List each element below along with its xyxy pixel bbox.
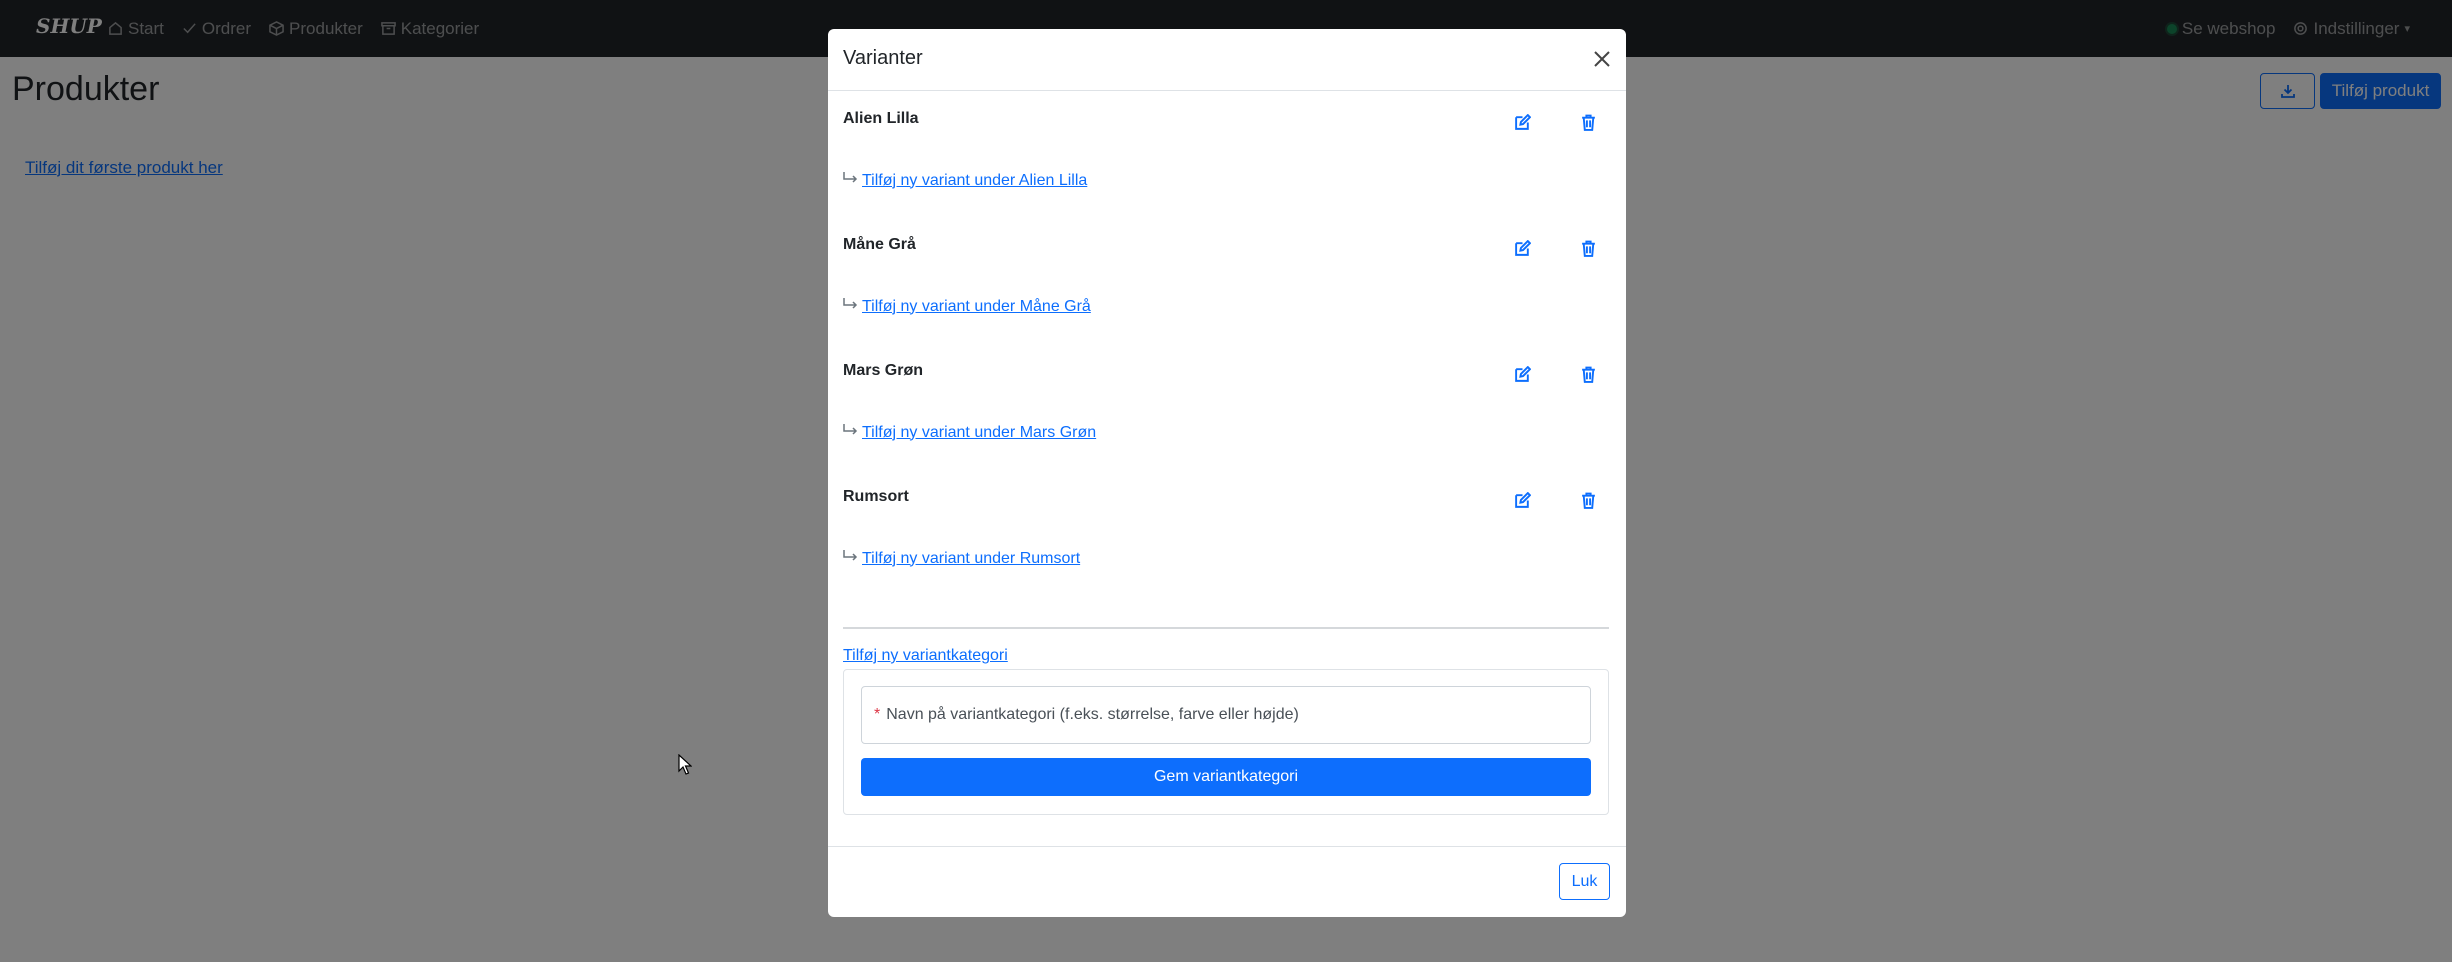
variant-category-name-input[interactable]: * Navn på variantkategori (f.eks. større…	[861, 686, 1591, 744]
close-button[interactable]: Luk	[1559, 863, 1610, 900]
variant-name: Rumsort	[843, 488, 909, 505]
edit-variant-button[interactable]	[1511, 489, 1533, 511]
variants-modal: Varianter Alien Lilla Tilføj ny variant …	[828, 29, 1626, 917]
add-subvariant-link[interactable]: Tilføj ny variant under Alien Lilla	[862, 172, 1087, 190]
add-subvariant-link[interactable]: Tilføj ny variant under Mars Grøn	[862, 424, 1096, 442]
delete-variant-button[interactable]	[1577, 489, 1599, 511]
edit-icon	[1514, 491, 1531, 508]
variant-name: Alien Lilla	[843, 110, 919, 127]
required-marker: *	[874, 706, 881, 723]
delete-variant-button[interactable]	[1577, 111, 1599, 133]
variant-category-form: * Navn på variantkategori (f.eks. større…	[843, 669, 1609, 815]
add-subvariant-link[interactable]: Tilføj ny variant under Rumsort	[862, 550, 1080, 568]
edit-variant-button[interactable]	[1511, 237, 1533, 259]
close-icon[interactable]	[1590, 47, 1614, 71]
input-placeholder: Navn på variantkategori (f.eks. størrels…	[886, 706, 1299, 723]
add-subvariant-row: Tilføj ny variant under Måne Grå	[842, 297, 1091, 316]
add-variant-category-link[interactable]: Tilføj ny variantkategori	[843, 647, 1008, 665]
delete-variant-button[interactable]	[1577, 237, 1599, 259]
divider	[843, 627, 1609, 629]
variant-name: Måne Grå	[843, 236, 916, 253]
trash-icon	[1581, 492, 1595, 509]
add-subvariant-row: Tilføj ny variant under Mars Grøn	[842, 423, 1096, 442]
variant-name: Mars Grøn	[843, 362, 924, 379]
edit-icon	[1514, 113, 1531, 130]
modal-title: Varianter	[843, 47, 923, 69]
subdirectory-arrow-icon	[842, 297, 858, 316]
edit-icon	[1514, 365, 1531, 382]
trash-icon	[1581, 240, 1595, 257]
trash-icon	[1581, 114, 1595, 131]
edit-icon	[1514, 239, 1531, 256]
subdirectory-arrow-icon	[842, 423, 858, 442]
edit-variant-button[interactable]	[1511, 363, 1533, 385]
add-subvariant-link[interactable]: Tilføj ny variant under Måne Grå	[862, 298, 1091, 316]
subdirectory-arrow-icon	[842, 171, 858, 190]
save-variant-category-button[interactable]: Gem variantkategori	[861, 758, 1591, 796]
add-subvariant-row: Tilføj ny variant under Rumsort	[842, 549, 1080, 568]
add-subvariant-row: Tilføj ny variant under Alien Lilla	[842, 171, 1087, 190]
modal-header: Varianter	[828, 29, 1626, 91]
edit-variant-button[interactable]	[1511, 111, 1533, 133]
modal-footer: Luk	[828, 846, 1626, 917]
mouse-cursor-icon	[678, 754, 692, 775]
trash-icon	[1581, 366, 1595, 383]
subdirectory-arrow-icon	[842, 549, 858, 568]
delete-variant-button[interactable]	[1577, 363, 1599, 385]
